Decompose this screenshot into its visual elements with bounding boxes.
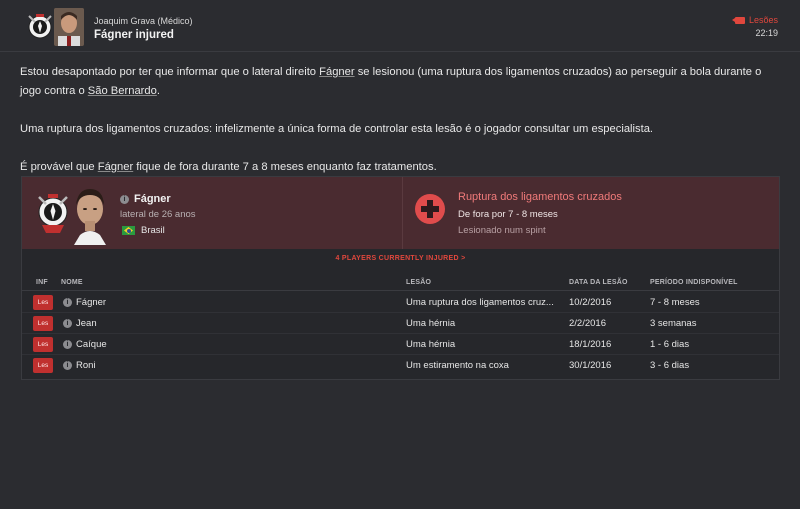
injury-card: i Fágner lateral de 26 anos Brasil Ruptu… — [21, 176, 780, 380]
date-cell: 18/1/2016 — [569, 339, 612, 350]
table-row[interactable]: Les i Caíque Uma hérnia 18/1/2016 1 - 6 … — [22, 334, 779, 355]
table-row[interactable]: Les i Roni Um estiramento na coxa 30/1/2… — [22, 355, 779, 376]
injury-status-badge: Les — [33, 295, 53, 310]
info-icon[interactable]: i — [63, 361, 72, 370]
column-header-injury[interactable]: LESÃO — [406, 279, 431, 286]
message-header: Joaquim Grava (Médico) Fágner injured Le… — [0, 0, 800, 52]
player-name-cell[interactable]: Caíque — [76, 339, 107, 350]
table-row[interactable]: Les i Jean Uma hérnia 2/2/2016 3 semanas — [22, 313, 779, 334]
injury-duration: De fora por 7 - 8 meses — [458, 209, 558, 220]
column-header-name[interactable]: NOME — [61, 279, 83, 286]
tag-icon — [731, 16, 745, 24]
player-name[interactable]: i Fágner — [120, 193, 171, 205]
message-subject: Fágner injured — [94, 29, 174, 41]
player-link[interactable]: Fágner — [319, 66, 354, 78]
player-name-label: Fágner — [134, 193, 171, 205]
date-cell: 10/2/2016 — [569, 297, 612, 308]
injury-table-header: INF NOME LESÃO DATA DA LESÃO PERÍODO IND… — [22, 277, 779, 291]
date-cell: 2/2/2016 — [569, 318, 606, 329]
text-segment: fique de fora durante 7 a 8 meses enquan… — [133, 161, 437, 173]
period-cell: 3 semanas — [650, 318, 697, 329]
player-name-cell[interactable]: Roni — [76, 360, 96, 371]
message-paragraph: É provável que Fágner fique de fora dura… — [20, 158, 780, 177]
injury-cell: Uma hérnia — [406, 339, 456, 350]
message-paragraph: Estou desapontado por ter que informar q… — [20, 63, 780, 101]
column-header-inf[interactable]: INF — [36, 279, 48, 286]
message-time: 22:19 — [755, 28, 778, 38]
message-paragraph: Uma ruptura dos ligamentos cruzados: inf… — [20, 123, 654, 135]
player-nation[interactable]: Brasil — [122, 225, 165, 236]
injury-status-badge: Les — [33, 316, 53, 331]
injury-summary-panel: i Fágner lateral de 26 anos Brasil Ruptu… — [22, 177, 779, 249]
opponent-link[interactable]: São Bernardo — [88, 85, 157, 97]
info-icon[interactable]: i — [63, 298, 72, 307]
club-crest-icon — [38, 194, 68, 233]
injured-players-link[interactable]: 4 PLAYERS CURRENTLY INJURED > — [22, 255, 779, 262]
column-header-period[interactable]: PERÍODO INDISPONÍVEL — [650, 279, 738, 286]
injury-status-badge: Les — [33, 337, 53, 352]
period-cell: 7 - 8 meses — [650, 297, 700, 308]
period-cell: 3 - 6 dias — [650, 360, 690, 371]
injury-title: Ruptura dos ligamentos cruzados — [458, 191, 622, 203]
text-segment: É provável que — [20, 161, 98, 173]
sender-avatar[interactable] — [54, 8, 84, 46]
category-tag[interactable]: Lesões — [731, 15, 778, 25]
info-icon[interactable]: i — [63, 319, 72, 328]
medical-cross-icon — [415, 194, 445, 224]
player-link[interactable]: Fágner — [98, 161, 133, 173]
player-name-cell[interactable]: Jean — [76, 318, 97, 329]
player-name-cell[interactable]: Fágner — [76, 297, 106, 308]
injury-cell: Um estiramento na coxa — [406, 360, 509, 371]
injury-status-badge: Les — [33, 358, 53, 373]
player-photo[interactable] — [66, 183, 114, 245]
date-cell: 30/1/2016 — [569, 360, 612, 371]
injury-cell: Uma ruptura dos ligamentos cruz... — [406, 297, 554, 308]
club-crest-icon[interactable] — [26, 12, 54, 42]
injury-cell: Uma hérnia — [406, 318, 456, 329]
table-row[interactable]: Les i Fágner Uma ruptura dos ligamentos … — [22, 292, 779, 313]
nation-label: Brasil — [141, 225, 165, 236]
sender-name[interactable]: Joaquim Grava (Médico) — [94, 16, 193, 26]
text-segment: . — [156, 85, 160, 97]
panel-divider — [402, 177, 403, 249]
player-role: lateral de 26 anos — [120, 209, 196, 220]
info-icon[interactable]: i — [120, 194, 129, 204]
brazil-flag-icon — [122, 226, 135, 235]
injury-cause: Lesionado num spint — [458, 225, 546, 236]
period-cell: 1 - 6 dias — [650, 339, 690, 350]
column-header-date[interactable]: DATA DA LESÃO — [569, 279, 628, 286]
info-icon[interactable]: i — [63, 340, 72, 349]
text-segment: Estou desapontado por ter que informar q… — [20, 66, 320, 78]
category-label: Lesões — [748, 15, 778, 25]
